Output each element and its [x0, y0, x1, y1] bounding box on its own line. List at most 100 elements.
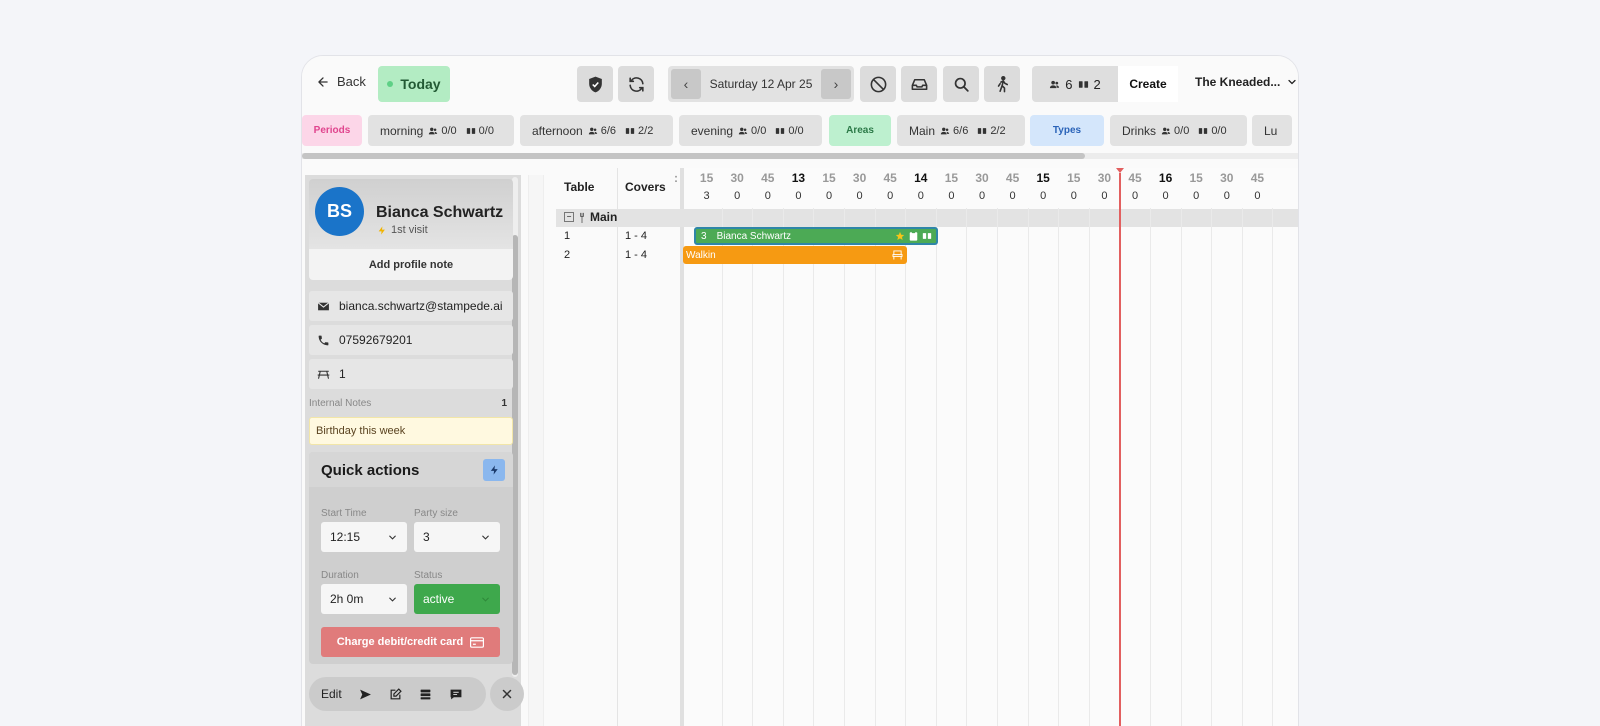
tick-covers-count: 0: [734, 190, 741, 202]
covers-count: 6: [1065, 76, 1073, 92]
tick-covers-count: 0: [1193, 190, 1200, 202]
edit-note-icon[interactable]: [389, 687, 402, 701]
next-day-button[interactable]: ›: [821, 69, 851, 99]
booking-block[interactable]: 3 Bianca Schwartz: [694, 227, 938, 245]
party-size-select[interactable]: 3: [414, 522, 500, 552]
today-button[interactable]: Today: [378, 66, 450, 102]
time-tick: 30: [730, 171, 744, 185]
cutlery-icon: [580, 212, 584, 223]
duration-select[interactable]: 2h 0m: [321, 584, 407, 614]
internal-notes-label: Internal Notes: [309, 398, 372, 409]
back-label: Back: [337, 74, 366, 89]
filter-chip-afternoon[interactable]: afternoon 6/6 2/2: [520, 115, 673, 146]
inbox-button[interactable]: [901, 66, 937, 102]
chip-covers: 0/0: [738, 125, 766, 137]
back-button[interactable]: Back: [316, 74, 366, 89]
collapse-icon[interactable]: −: [564, 212, 574, 222]
tick-covers-count: 0: [1101, 190, 1108, 202]
tick-covers-count: 3: [703, 190, 710, 202]
refresh-button[interactable]: [618, 66, 654, 102]
filter-chip-drinks[interactable]: Drinks 0/0 0/0: [1110, 115, 1247, 146]
booking-block-walkin[interactable]: Walkin: [683, 246, 907, 264]
chip-label: evening: [691, 123, 734, 138]
party-size-value: 3: [423, 530, 430, 544]
email-field[interactable]: bianca.schwartz@stampede.ai: [309, 291, 513, 321]
table-row[interactable]: 2 1 - 4: [556, 246, 1298, 265]
time-gridline: [813, 208, 815, 726]
lightning-icon: [378, 225, 385, 235]
phone-field[interactable]: 07592679201: [309, 325, 513, 355]
close-panel-button[interactable]: [490, 677, 524, 711]
prev-day-button[interactable]: ‹: [671, 69, 701, 99]
chip-tables-value: 0/0: [1211, 124, 1227, 137]
time-gridline: [905, 208, 907, 726]
guest-name: Bianca Schwartz: [376, 204, 504, 221]
seat-icon: [892, 250, 903, 260]
table-icon: [978, 127, 987, 134]
chevron-down-icon: [389, 597, 396, 602]
create-button[interactable]: Create: [1118, 66, 1178, 102]
filter-chip-morning[interactable]: morning 0/0 0/0: [368, 115, 514, 146]
chip-tables: 0/0: [1198, 124, 1227, 137]
filter-chip-main[interactable]: Main 6/6 2/2: [897, 115, 1025, 146]
tick-covers-count: 0: [1223, 190, 1230, 202]
chip-label: Main: [909, 123, 936, 138]
covers-counter[interactable]: 6 2: [1032, 66, 1118, 102]
envelope-icon: [317, 301, 330, 310]
time-gridline: [997, 208, 998, 726]
quick-actions-toggle[interactable]: [483, 459, 505, 481]
chevron-down-icon: [389, 535, 396, 540]
table-icon: [1078, 80, 1088, 88]
area-label[interactable]: − Main: [564, 210, 617, 224]
time-gridline: [844, 208, 845, 726]
duration-label: Duration: [321, 570, 359, 581]
picnic-table-icon: [317, 370, 330, 379]
time-tick: 15: [699, 171, 714, 185]
time-gridline: [782, 208, 784, 726]
current-date[interactable]: Saturday 12 Apr 25: [704, 77, 818, 91]
search-button[interactable]: [943, 66, 979, 102]
time-tick: 45: [883, 171, 897, 185]
chip-label: morning: [380, 123, 424, 138]
tick-covers-count: 0: [1009, 190, 1016, 202]
charge-card-button[interactable]: Charge debit/credit card: [321, 627, 500, 657]
walkin-button[interactable]: [984, 66, 1020, 102]
list-icon[interactable]: [419, 688, 432, 701]
filter-chip-evening[interactable]: evening 0/0 0/0: [679, 115, 822, 146]
filter-chip-types[interactable]: Types: [1030, 115, 1104, 146]
scrollbar-thumb[interactable]: [302, 153, 1085, 159]
filter-chip-periods[interactable]: Periods: [302, 115, 362, 146]
tick-covers-count: 0: [887, 190, 894, 202]
email-value: bianca.schwartz@stampede.ai: [339, 299, 503, 313]
start-time-select[interactable]: 12:15: [321, 522, 407, 552]
tick-covers-count: 0: [1131, 190, 1139, 202]
party-size-label: Party size: [414, 508, 458, 519]
booking-guest-name: Bianca Schwartz: [716, 230, 792, 242]
block-button[interactable]: [860, 66, 896, 102]
shield-button[interactable]: [577, 66, 613, 102]
horizontal-scrollbar[interactable]: [302, 153, 1298, 159]
filter-chip-areas[interactable]: Areas: [829, 115, 891, 146]
internal-note[interactable]: Birthday this week: [309, 417, 513, 445]
chip-covers-value: 0/0: [1174, 124, 1190, 137]
filter-chip-lu[interactable]: Lu: [1252, 115, 1292, 146]
status-select[interactable]: active: [414, 584, 500, 614]
start-time-label: Start Time: [321, 508, 367, 519]
tick-covers-count: 0: [856, 190, 863, 202]
venue-selector[interactable]: The Kneaded...: [1195, 75, 1298, 89]
time-tick: 30: [1097, 171, 1112, 185]
time-gridline: [1058, 208, 1060, 726]
add-profile-note-button[interactable]: Add profile note: [309, 249, 513, 280]
charge-card-label: Charge debit/credit card: [336, 636, 464, 648]
chip-covers: 0/0: [1161, 125, 1189, 137]
venue-label: The Kneaded...: [1195, 75, 1281, 89]
time-gridline: [1150, 208, 1151, 726]
tables-count: 2: [1093, 76, 1101, 92]
filter-chip-row: Periods morning 0/0 0/0 afternoon 6/6 2/2 eveni…: [302, 115, 1298, 149]
table-field[interactable]: 1: [309, 359, 513, 389]
edit-button[interactable]: Edit: [321, 687, 342, 701]
message-icon[interactable]: [449, 688, 463, 701]
chip-tables: 2/2: [977, 125, 1006, 137]
send-icon[interactable]: [359, 688, 372, 701]
tick-covers-count: 0: [764, 190, 771, 202]
